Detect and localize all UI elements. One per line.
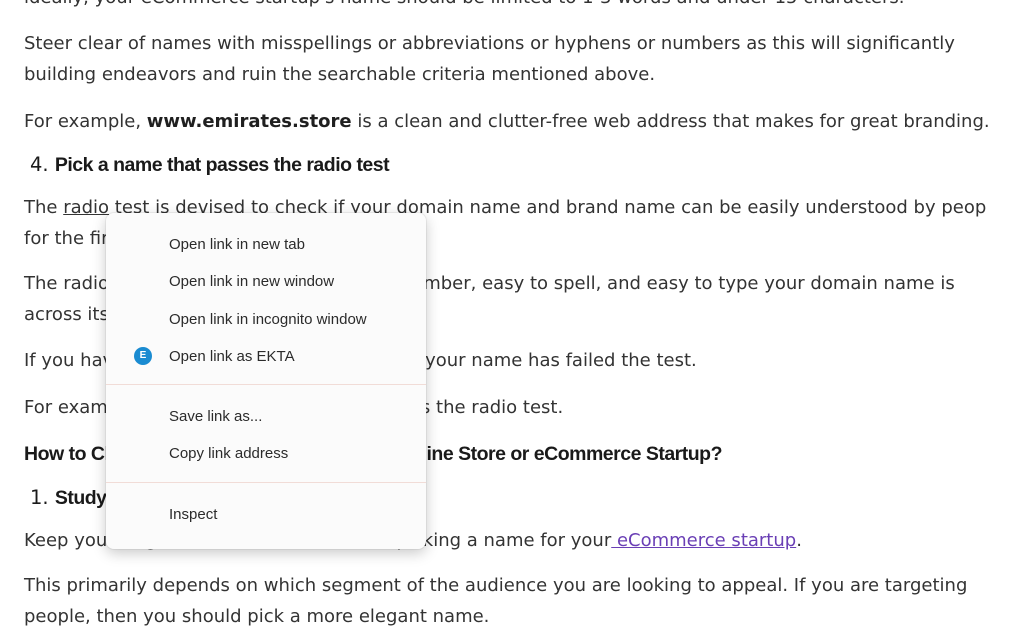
menu-item-save-link[interactable]: Save link as... <box>106 399 426 433</box>
context-menu: Open link in new tab Open link in new wi… <box>106 213 426 549</box>
paragraph-line: This primarily depends on which segment … <box>24 575 968 596</box>
heading-text: Pick a name that passes the radio test <box>54 154 390 176</box>
menu-item-label: Copy link address <box>169 444 289 462</box>
paragraph-line: Steer clear of names with misspellings o… <box>24 33 955 54</box>
paragraph-text: . <box>796 530 802 551</box>
heading-number: 1. <box>30 486 55 509</box>
menu-item-label: Inspect <box>169 505 218 523</box>
section-heading: 4. Pick a name that passes the radio tes… <box>30 153 390 177</box>
heading-number: 4. <box>30 153 55 176</box>
domain-example: www.emirates.store <box>146 111 352 132</box>
menu-item-label: Save link as... <box>169 407 263 425</box>
menu-item-open-new-tab[interactable]: Open link in new tab <box>106 227 426 261</box>
ecommerce-startup-link[interactable]: eCommerce startup <box>611 530 796 551</box>
paragraph-text: is a clean and clutter-free web address … <box>351 111 990 132</box>
profile-avatar-icon: E <box>134 347 152 365</box>
radio-link[interactable]: radio <box>63 197 109 218</box>
paragraph-line: For example, www.emirates.store is a cle… <box>24 110 990 134</box>
menu-divider <box>106 482 426 483</box>
menu-item-label: Open link in incognito window <box>169 310 367 328</box>
menu-item-label: Open link as EKTA <box>169 347 295 365</box>
menu-item-label: Open link in new window <box>169 272 335 290</box>
menu-item-copy-link[interactable]: Copy link address <box>106 436 426 470</box>
menu-item-open-incognito[interactable]: Open link in incognito window <box>106 302 426 336</box>
menu-item-open-as-ekta[interactable]: E Open link as EKTA <box>106 339 426 373</box>
menu-item-open-new-window[interactable]: Open link in new window <box>106 264 426 298</box>
paragraph-line: people, then you should pick a more eleg… <box>24 606 490 627</box>
paragraph-line: building endeavors and ruin the searchab… <box>24 64 656 85</box>
paragraph-text: For example, <box>24 111 147 132</box>
paragraph-line: ideally, your eCommerce startup's name s… <box>24 0 905 10</box>
menu-divider <box>106 384 426 385</box>
menu-item-label: Open link in new tab <box>169 235 305 253</box>
menu-item-inspect[interactable]: Inspect <box>106 497 426 531</box>
paragraph-text: The <box>24 197 64 218</box>
